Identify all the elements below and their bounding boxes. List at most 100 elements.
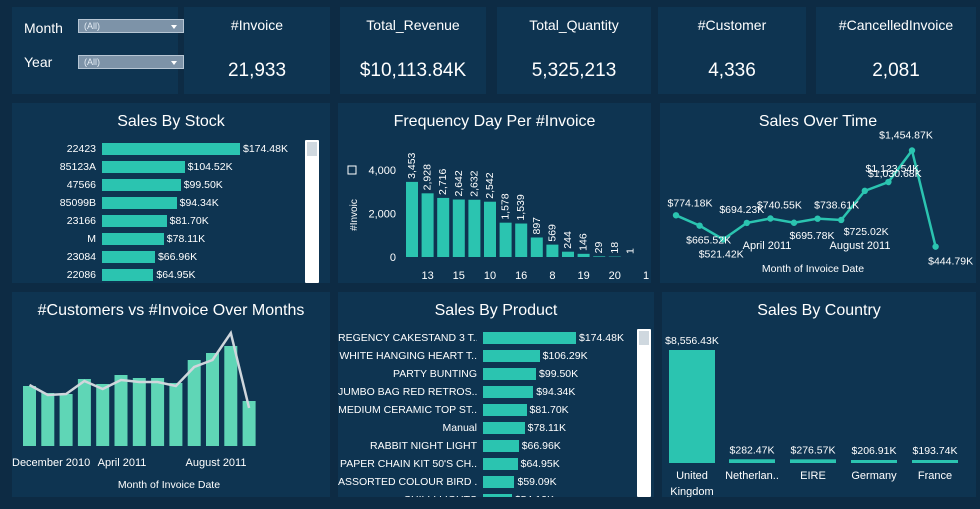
country-bar bbox=[729, 459, 775, 463]
bar-label: 22423 bbox=[66, 143, 96, 155]
freq-bar bbox=[530, 237, 543, 257]
y-tick-label: 2,000 bbox=[368, 209, 396, 221]
bar-label: REGENCY CAKESTAND 3 T.. bbox=[338, 332, 477, 344]
sales-point-label: $444.79K bbox=[928, 256, 973, 268]
freq-bar-value-label: 2,542 bbox=[484, 172, 496, 198]
month-filter-dropdown[interactable]: (All) bbox=[78, 19, 184, 33]
country-bar bbox=[851, 460, 897, 463]
freq-bar-value-label: 1,578 bbox=[500, 193, 512, 219]
freq-bar-value-label: 2,642 bbox=[453, 170, 465, 196]
country-bar-value-label: $8,556.43K bbox=[665, 335, 719, 347]
bar-value-label: $174.48K bbox=[579, 332, 624, 344]
bar-value-label: $99.50K bbox=[183, 179, 223, 191]
sales-point bbox=[838, 216, 845, 224]
kpi-value: 5,325,213 bbox=[531, 60, 617, 81]
bar bbox=[102, 179, 181, 191]
bar-label: JUMBO BAG RED RETROS.. bbox=[338, 386, 477, 398]
x-tick-label: 20 bbox=[609, 270, 621, 282]
bar-label: MEDIUM CERAMIC TOP ST.. bbox=[338, 404, 477, 416]
bar-row: 47566 $99.50K bbox=[12, 177, 302, 193]
x-tick-label: April 2011 bbox=[743, 240, 792, 252]
freq-bar-value-label: 2,716 bbox=[437, 168, 449, 194]
freq-bar-value-label: 1 bbox=[624, 248, 636, 254]
bar-label: CHILLI LIGHTS bbox=[338, 494, 477, 497]
bar-value-label: $174.48K bbox=[243, 143, 288, 155]
country-bar bbox=[912, 460, 958, 463]
customers-vs-invoice-panel: #Customers vs #Invoice Over Months Decem… bbox=[12, 292, 330, 497]
bar-value-label: $106.29K bbox=[542, 350, 588, 362]
sales-point bbox=[908, 147, 916, 154]
bar bbox=[102, 269, 154, 281]
bar bbox=[102, 215, 167, 227]
kpi-title: Total_Quantity bbox=[529, 17, 619, 33]
bar bbox=[102, 143, 240, 155]
kpi-value: 4,336 bbox=[708, 60, 756, 81]
freq-bar-value-label: 146 bbox=[578, 233, 590, 251]
sales-point bbox=[790, 219, 798, 226]
invoice-bar bbox=[41, 393, 55, 446]
country-bar bbox=[669, 350, 715, 463]
sales-point-label: $665.52K bbox=[686, 235, 731, 247]
bar-value-label: $66.96K bbox=[157, 251, 198, 263]
bar-row: 85123A $104.52K bbox=[12, 159, 302, 175]
sales-by-product-scrollbar[interactable] bbox=[637, 329, 651, 497]
country-label: Germany bbox=[851, 470, 897, 482]
sales-point-label: $521.42K bbox=[699, 248, 744, 260]
freq-bar bbox=[406, 181, 418, 257]
bar bbox=[102, 251, 155, 263]
filter-panel: Month (All) Year (All) bbox=[12, 7, 184, 94]
sales-point bbox=[743, 219, 750, 227]
kpi-title: Total_Revenue bbox=[366, 17, 460, 33]
freq-bar bbox=[515, 223, 528, 257]
sales-by-stock-scrollbar[interactable] bbox=[305, 140, 319, 283]
freq-bar bbox=[437, 197, 450, 257]
bar-value-label: $78.11K bbox=[166, 233, 206, 245]
freq-bar bbox=[593, 256, 606, 257]
bar-row: PAPER CHAIN KIT 50'S CH.. $64.95K bbox=[338, 456, 634, 472]
kpi-customer-card: #Customer 4,336 bbox=[658, 7, 806, 94]
bar-row: 85099B $94.34K bbox=[12, 195, 302, 211]
sales-point-label: $774.18K bbox=[668, 197, 713, 209]
country-label: Kingdom bbox=[670, 486, 713, 497]
y-tick-label: 4,000 bbox=[368, 165, 396, 177]
invoice-bar bbox=[77, 379, 91, 446]
bar-row: MEDIUM CERAMIC TOP ST.. $81.70K bbox=[338, 402, 634, 418]
kpi-title: #Customer bbox=[697, 17, 767, 33]
freq-bar bbox=[484, 201, 496, 257]
sales-point-label: $740.55K bbox=[757, 199, 802, 211]
bar bbox=[102, 197, 177, 209]
month-filter-value: (All) bbox=[84, 21, 100, 31]
country-bar bbox=[790, 459, 836, 463]
country-bar-value-label: $193.74K bbox=[913, 445, 958, 457]
invoice-bar bbox=[132, 378, 146, 446]
bar-row: 23084 $66.96K bbox=[12, 249, 302, 265]
bar-value-label: $81.70K bbox=[169, 215, 209, 227]
freq-bar-value-label: 2,632 bbox=[468, 170, 480, 196]
scrollbar-thumb[interactable] bbox=[639, 331, 649, 345]
invoice-bar bbox=[23, 386, 36, 446]
bar-label: RABBIT NIGHT LIGHT bbox=[370, 440, 477, 452]
sales-point-label: $725.02K bbox=[844, 226, 889, 238]
y-axis-label: #Invoic bbox=[349, 199, 360, 231]
bar-value-label: $94.34K bbox=[179, 197, 219, 209]
bar-value-label: $81.70K bbox=[529, 404, 569, 416]
kpi-total-quantity-card: Total_Quantity 5,325,213 bbox=[497, 7, 651, 94]
x-tick-label: 15 bbox=[453, 270, 465, 282]
bar bbox=[483, 350, 540, 362]
sales-point-label: $695.78K bbox=[790, 230, 835, 242]
bar bbox=[102, 161, 185, 173]
kpi-value: 2,081 bbox=[872, 60, 920, 81]
sales-by-product-panel: Sales By Product REGENCY CAKESTAND 3 T..… bbox=[338, 292, 654, 497]
sales-point bbox=[672, 212, 680, 219]
bar bbox=[483, 476, 515, 488]
frequency-day-chart: 02,0004,000#Invoic3,453 2,928 2,716 2,642 2,… bbox=[347, 152, 649, 282]
bar-label: 22086 bbox=[66, 269, 96, 281]
bar-value-label: $99.50K bbox=[539, 368, 579, 380]
bar-label: M bbox=[87, 233, 96, 245]
year-filter-dropdown[interactable]: (All) bbox=[78, 55, 184, 69]
bar-value-label: $78.11K bbox=[527, 422, 566, 434]
sales-over-time-chart: $774.18K$665.52K$521.42K$694.23K$740.55K… bbox=[668, 129, 974, 275]
bar bbox=[483, 332, 576, 344]
bar-value-label: $66.96K bbox=[521, 440, 561, 452]
scrollbar-thumb[interactable] bbox=[307, 142, 317, 156]
